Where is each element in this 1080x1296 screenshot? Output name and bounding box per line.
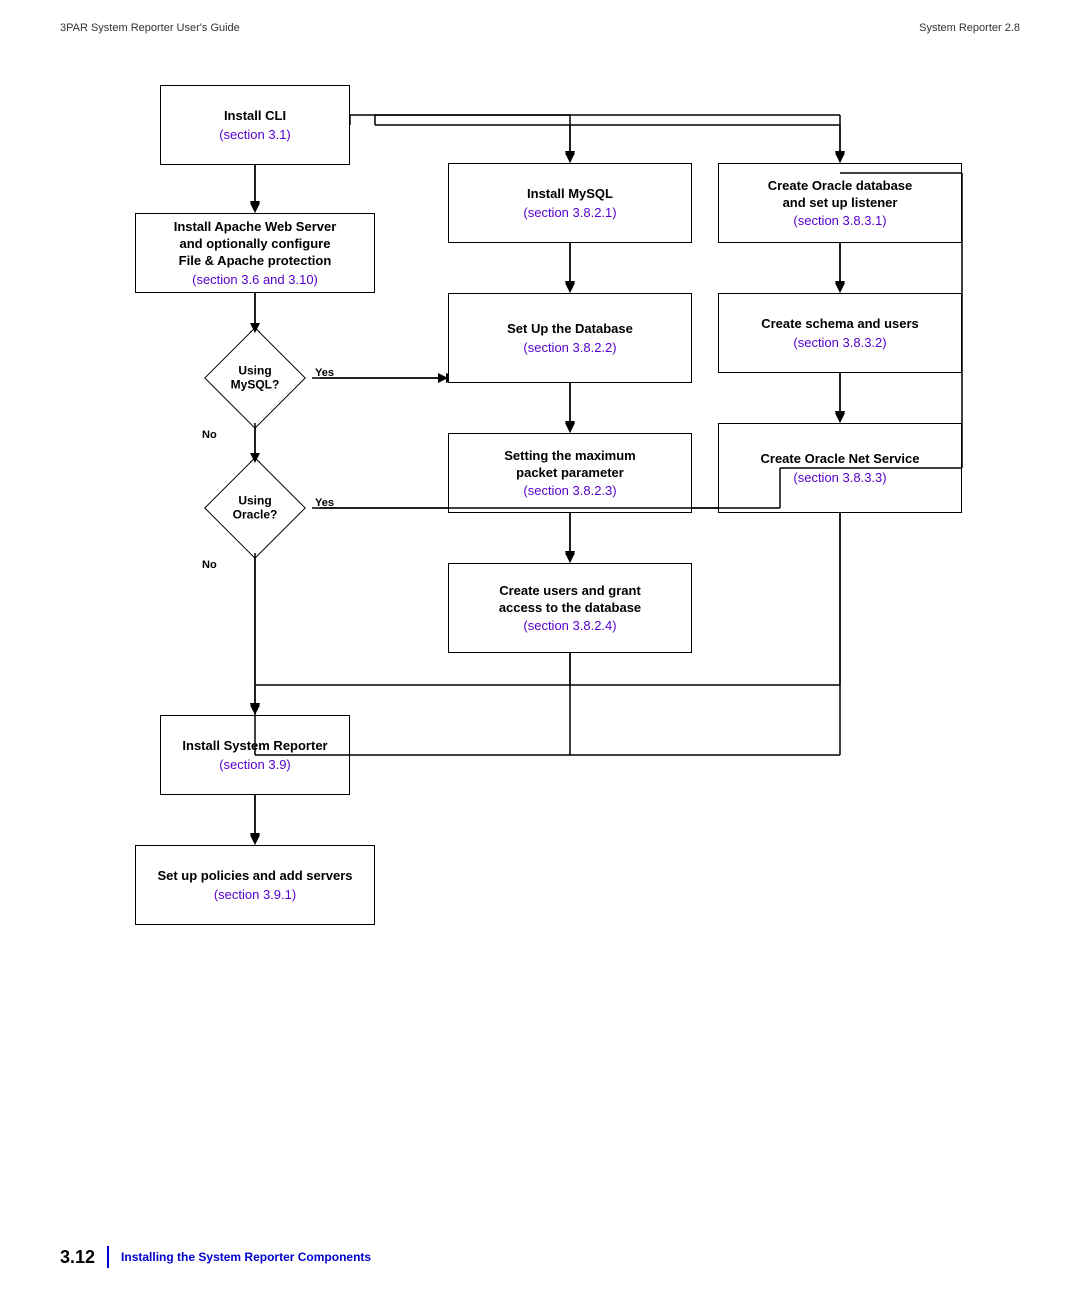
max-packet-link: (section 3.8.2.3)	[523, 483, 616, 498]
oracle-diamond: UsingOracle? Yes No	[200, 463, 310, 553]
create-users-mysql-box: Create users and grantaccess to the data…	[448, 563, 692, 653]
header: 3PAR System Reporter User's Guide System…	[0, 0, 1080, 34]
install-cli-link: (section 3.1)	[219, 127, 291, 142]
footer-section-text: Installing the System Reporter Component…	[121, 1250, 371, 1264]
setup-policies-box: Set up policies and add servers (section…	[135, 845, 375, 925]
create-users-mysql-link: (section 3.8.2.4)	[523, 618, 616, 633]
create-users-mysql-title: Create users and grantaccess to the data…	[499, 583, 641, 617]
oracle-diamond-label: UsingOracle?	[215, 494, 295, 523]
max-packet-title: Setting the maximumpacket parameter	[504, 448, 635, 482]
mysql-yes-label: Yes	[315, 367, 334, 379]
install-mysql-link: (section 3.8.2.1)	[523, 205, 616, 220]
header-left: 3PAR System Reporter User's Guide	[60, 22, 240, 34]
install-reporter-link: (section 3.9)	[219, 757, 291, 772]
create-net-service-box: Create Oracle Net Service (section 3.8.3…	[718, 423, 962, 513]
install-reporter-title: Install System Reporter	[182, 738, 327, 755]
mysql-diamond: UsingMySQL? Yes No	[200, 333, 310, 423]
install-apache-link: (section 3.6 and 3.10)	[192, 272, 318, 287]
mysql-diamond-label: UsingMySQL?	[215, 364, 295, 393]
header-right: System Reporter 2.8	[919, 22, 1020, 34]
footer-divider	[107, 1246, 109, 1268]
create-schema-title: Create schema and users	[761, 316, 919, 333]
install-mysql-box: Install MySQL (section 3.8.2.1)	[448, 163, 692, 243]
setup-policies-link: (section 3.9.1)	[214, 887, 296, 902]
max-packet-box: Setting the maximumpacket parameter (sec…	[448, 433, 692, 513]
create-net-service-link: (section 3.8.3.3)	[793, 470, 886, 485]
setup-db-box: Set Up the Database (section 3.8.2.2)	[448, 293, 692, 383]
install-reporter-box: Install System Reporter (section 3.9)	[160, 715, 350, 795]
create-oracle-db-box: Create Oracle databaseand set up listene…	[718, 163, 962, 243]
footer-page-number: 3.12	[60, 1247, 95, 1268]
mysql-no-label: No	[202, 429, 217, 441]
create-schema-box: Create schema and users (section 3.8.3.2…	[718, 293, 962, 373]
oracle-no-label: No	[202, 559, 217, 571]
setup-db-title: Set Up the Database	[507, 321, 633, 338]
install-cli-title: Install CLI	[224, 108, 286, 125]
setup-db-link: (section 3.8.2.2)	[523, 340, 616, 355]
create-oracle-db-title: Create Oracle databaseand set up listene…	[768, 178, 913, 212]
install-mysql-title: Install MySQL	[527, 186, 613, 203]
oracle-yes-label: Yes	[315, 497, 334, 509]
create-net-service-title: Create Oracle Net Service	[761, 451, 920, 468]
setup-policies-title: Set up policies and add servers	[157, 868, 352, 885]
install-apache-title: Install Apache Web Serverand optionally …	[174, 219, 337, 270]
install-cli-box: Install CLI (section 3.1)	[160, 85, 350, 165]
install-apache-box: Install Apache Web Serverand optionally …	[135, 213, 375, 293]
footer: 3.12 Installing the System Reporter Comp…	[60, 1246, 371, 1268]
create-oracle-db-link: (section 3.8.3.1)	[793, 213, 886, 228]
create-schema-link: (section 3.8.3.2)	[793, 335, 886, 350]
